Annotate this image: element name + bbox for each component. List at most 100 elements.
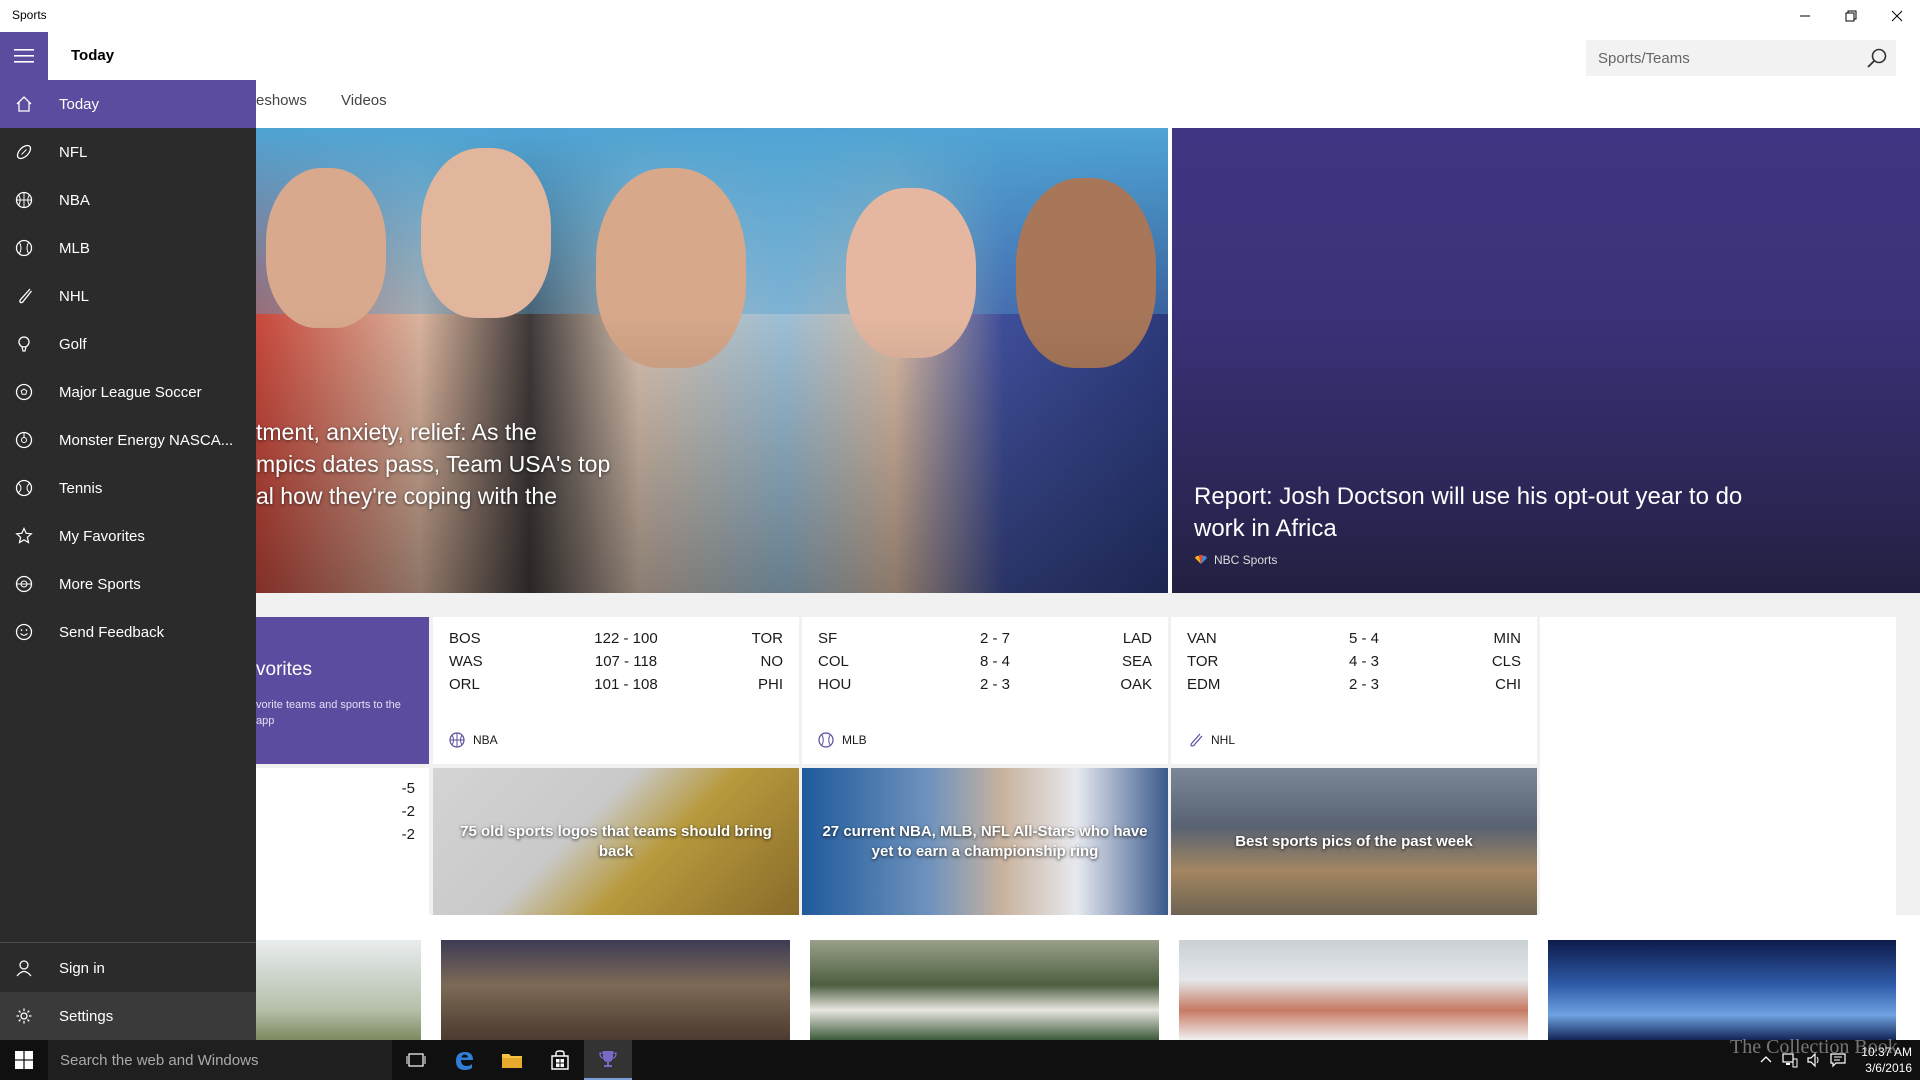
story-thumbnail[interactable] bbox=[1548, 940, 1896, 1040]
nav-item-tennis[interactable]: Tennis bbox=[0, 464, 256, 512]
edge-taskbar-button[interactable] bbox=[440, 1040, 488, 1080]
team-home: TOR bbox=[751, 630, 783, 647]
photo-card[interactable]: 27 current NBA, MLB, NFL All-Stars who h… bbox=[802, 768, 1168, 915]
story-source-label: NBC Sports bbox=[1214, 553, 1278, 567]
nav-item-settings[interactable]: Settings bbox=[0, 992, 256, 1040]
nav-item-label: Major League Soccer bbox=[59, 383, 202, 401]
team-home: SEA bbox=[1121, 653, 1152, 670]
basketball-icon bbox=[449, 732, 465, 748]
photo-card[interactable]: Best sports pics of the past week bbox=[1171, 768, 1537, 915]
team-away: SF bbox=[818, 630, 838, 647]
score: 8 - 4 bbox=[979, 653, 1010, 670]
league-name: NHL bbox=[1211, 733, 1236, 747]
app-title: Sports bbox=[12, 8, 47, 22]
scores-card-nhl[interactable]: VAN 5 - 4 MIN TOR 4 - 3 CLS EDM 2 - 3 CHI NHL bbox=[1171, 617, 1537, 764]
task-view-button[interactable] bbox=[392, 1040, 440, 1080]
nav-item-more-sports[interactable]: More Sports bbox=[0, 560, 256, 608]
tennis-icon bbox=[15, 479, 33, 497]
team-home: OAK bbox=[1120, 676, 1152, 693]
feedback-icon bbox=[15, 623, 33, 641]
nav-item-mlb[interactable]: MLB bbox=[0, 224, 256, 272]
person-icon bbox=[16, 960, 32, 977]
score: 5 - 4 bbox=[1348, 630, 1379, 647]
photo-card[interactable]: 75 old sports logos that teams should br… bbox=[433, 768, 799, 915]
nav-item-label: Tennis bbox=[59, 479, 103, 497]
league-label: NBA bbox=[449, 732, 498, 748]
nbc-logo-icon bbox=[1195, 555, 1207, 564]
windows-logo-icon bbox=[15, 1051, 33, 1069]
hero-image-athlete bbox=[421, 148, 551, 318]
nav-item-today[interactable]: Today bbox=[0, 80, 256, 128]
favorites-card-desc: vorite teams and sports to the app bbox=[256, 699, 401, 727]
team-home: PHI bbox=[757, 676, 783, 693]
hamburger-icon bbox=[14, 49, 34, 63]
store-icon bbox=[551, 1050, 569, 1070]
more-sports-icon bbox=[15, 575, 33, 593]
clock-date: 3/6/2016 bbox=[1865, 1061, 1912, 1075]
hero-image-athlete bbox=[266, 168, 386, 328]
hockey-icon bbox=[1190, 733, 1203, 747]
task-view-icon bbox=[406, 1053, 426, 1067]
file-explorer-taskbar-button[interactable] bbox=[488, 1040, 536, 1080]
nav-item-nascar[interactable]: Monster Energy NASCA... bbox=[0, 416, 256, 464]
nav-item-label: Monster Energy NASCA... bbox=[59, 431, 234, 449]
photo-card-caption: 27 current NBA, MLB, NFL All-Stars who h… bbox=[822, 822, 1148, 860]
score: 101 - 108 bbox=[594, 676, 658, 693]
start-button[interactable] bbox=[0, 1040, 48, 1080]
taskbar-search-input[interactable] bbox=[48, 1040, 392, 1080]
hero-story-side[interactable]: Report: Josh Doctson will use his opt-ou… bbox=[1172, 128, 1920, 593]
nav-item-label: NBA bbox=[59, 191, 90, 209]
team-home: NO bbox=[760, 653, 784, 670]
navigation-pane: Today NFL NBA MLB NHL Golf Major League … bbox=[0, 80, 256, 1040]
nav-divider bbox=[0, 942, 256, 943]
nav-item-my-favorites[interactable]: My Favorites bbox=[0, 512, 256, 560]
nav-item-label: NHL bbox=[59, 287, 90, 305]
close-button[interactable] bbox=[1874, 0, 1920, 32]
nav-item-nhl[interactable]: NHL bbox=[0, 272, 256, 320]
nav-item-nfl[interactable]: NFL bbox=[0, 128, 256, 176]
tab-videos[interactable]: Videos bbox=[341, 92, 387, 109]
nav-item-sign-in[interactable]: Sign in bbox=[0, 944, 256, 992]
nav-item-nba[interactable]: NBA bbox=[0, 176, 256, 224]
title-bar: Sports bbox=[0, 0, 1920, 32]
sports-taskbar-button[interactable] bbox=[584, 1040, 632, 1080]
empty-card bbox=[1540, 617, 1896, 915]
hamburger-menu-button[interactable] bbox=[0, 32, 48, 80]
story-thumbnail[interactable] bbox=[810, 940, 1159, 1040]
hero-story-main[interactable]: tment, anxiety, relief: As the mpics dat… bbox=[256, 128, 1168, 593]
partial-score-card[interactable]: -5 -2 -2 bbox=[256, 768, 429, 915]
store-taskbar-button[interactable] bbox=[536, 1040, 584, 1080]
restore-icon bbox=[1845, 10, 1857, 22]
search-input[interactable] bbox=[1586, 40, 1856, 76]
story-thumbnail[interactable] bbox=[1179, 940, 1528, 1040]
favorites-card[interactable]: vorites vorite teams and sports to the a… bbox=[256, 617, 429, 764]
scores-card-nba[interactable]: BOS 122 - 100 TOR WAS 107 - 118 NO ORL 101 - … bbox=[433, 617, 799, 764]
app-header: Today bbox=[0, 32, 1920, 80]
nav-item-label: Today bbox=[59, 95, 100, 113]
nav-item-label: My Favorites bbox=[59, 527, 145, 545]
nav-item-label: Send Feedback bbox=[59, 623, 165, 641]
nav-item-mls[interactable]: Major League Soccer bbox=[0, 368, 256, 416]
search-icon[interactable] bbox=[1866, 47, 1888, 69]
gear-icon bbox=[16, 1008, 32, 1024]
nav-item-label: MLB bbox=[59, 239, 90, 257]
minimize-button[interactable] bbox=[1782, 0, 1828, 32]
tab-slideshows[interactable]: eshows bbox=[256, 92, 307, 109]
story-thumbnail[interactable] bbox=[441, 940, 790, 1040]
watermark-text: The Collection Book bbox=[1730, 1036, 1898, 1058]
photo-card-caption: Best sports pics of the past week bbox=[1235, 832, 1473, 850]
league-label: MLB bbox=[818, 732, 867, 748]
football-icon bbox=[16, 144, 32, 160]
score: 2 - 7 bbox=[979, 630, 1010, 647]
sub-navigation: eshows Videos bbox=[256, 92, 417, 109]
nav-item-send-feedback[interactable]: Send Feedback bbox=[0, 608, 256, 656]
story-thumbnail[interactable] bbox=[256, 940, 421, 1040]
team-home: CLS bbox=[1491, 653, 1521, 670]
nav-item-label: Sign in bbox=[59, 959, 105, 977]
nav-item-golf[interactable]: Golf bbox=[0, 320, 256, 368]
restore-button[interactable] bbox=[1828, 0, 1874, 32]
close-icon bbox=[1891, 10, 1903, 22]
story-source: NBC Sports bbox=[1194, 553, 1277, 567]
scores-card-mlb[interactable]: SF 2 - 7 LAD COL 8 - 4 SEA HOU 2 - 3 OAK MLB bbox=[802, 617, 1168, 764]
baseball-icon bbox=[818, 732, 834, 748]
